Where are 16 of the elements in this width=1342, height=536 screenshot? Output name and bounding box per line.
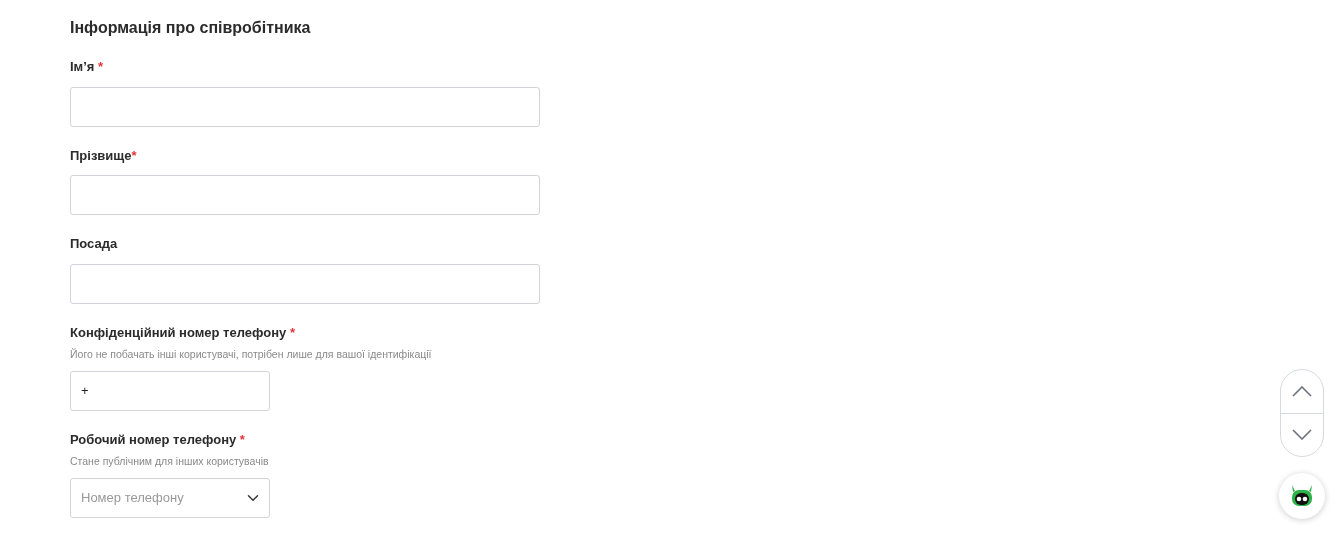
field-label: Прізвище* — [70, 146, 137, 165]
chevron-down-icon — [1292, 429, 1312, 441]
field-label: Робочий номер телефону * — [70, 430, 245, 449]
robot-icon — [1289, 483, 1315, 509]
input-field[interactable] — [70, 86, 540, 127]
input-field[interactable] — [70, 175, 540, 216]
field-label: Посада — [70, 235, 118, 254]
chat-bot-button[interactable] — [1279, 473, 1325, 519]
chevron-up-icon — [1292, 385, 1312, 397]
input-field[interactable]: + — [70, 370, 270, 411]
field-label: Конфіденційний номер телефону * — [70, 323, 295, 342]
input-field[interactable] — [70, 263, 540, 304]
field-hint: Стане публічним для інших користувачів — [70, 454, 269, 470]
section-title: Інформація про співробітника — [70, 18, 312, 38]
field-hint: Його не побачать інші користувачі, потрібен лише для вашої ідентифікації — [70, 347, 432, 363]
field-label: Ім’я * — [70, 58, 104, 77]
